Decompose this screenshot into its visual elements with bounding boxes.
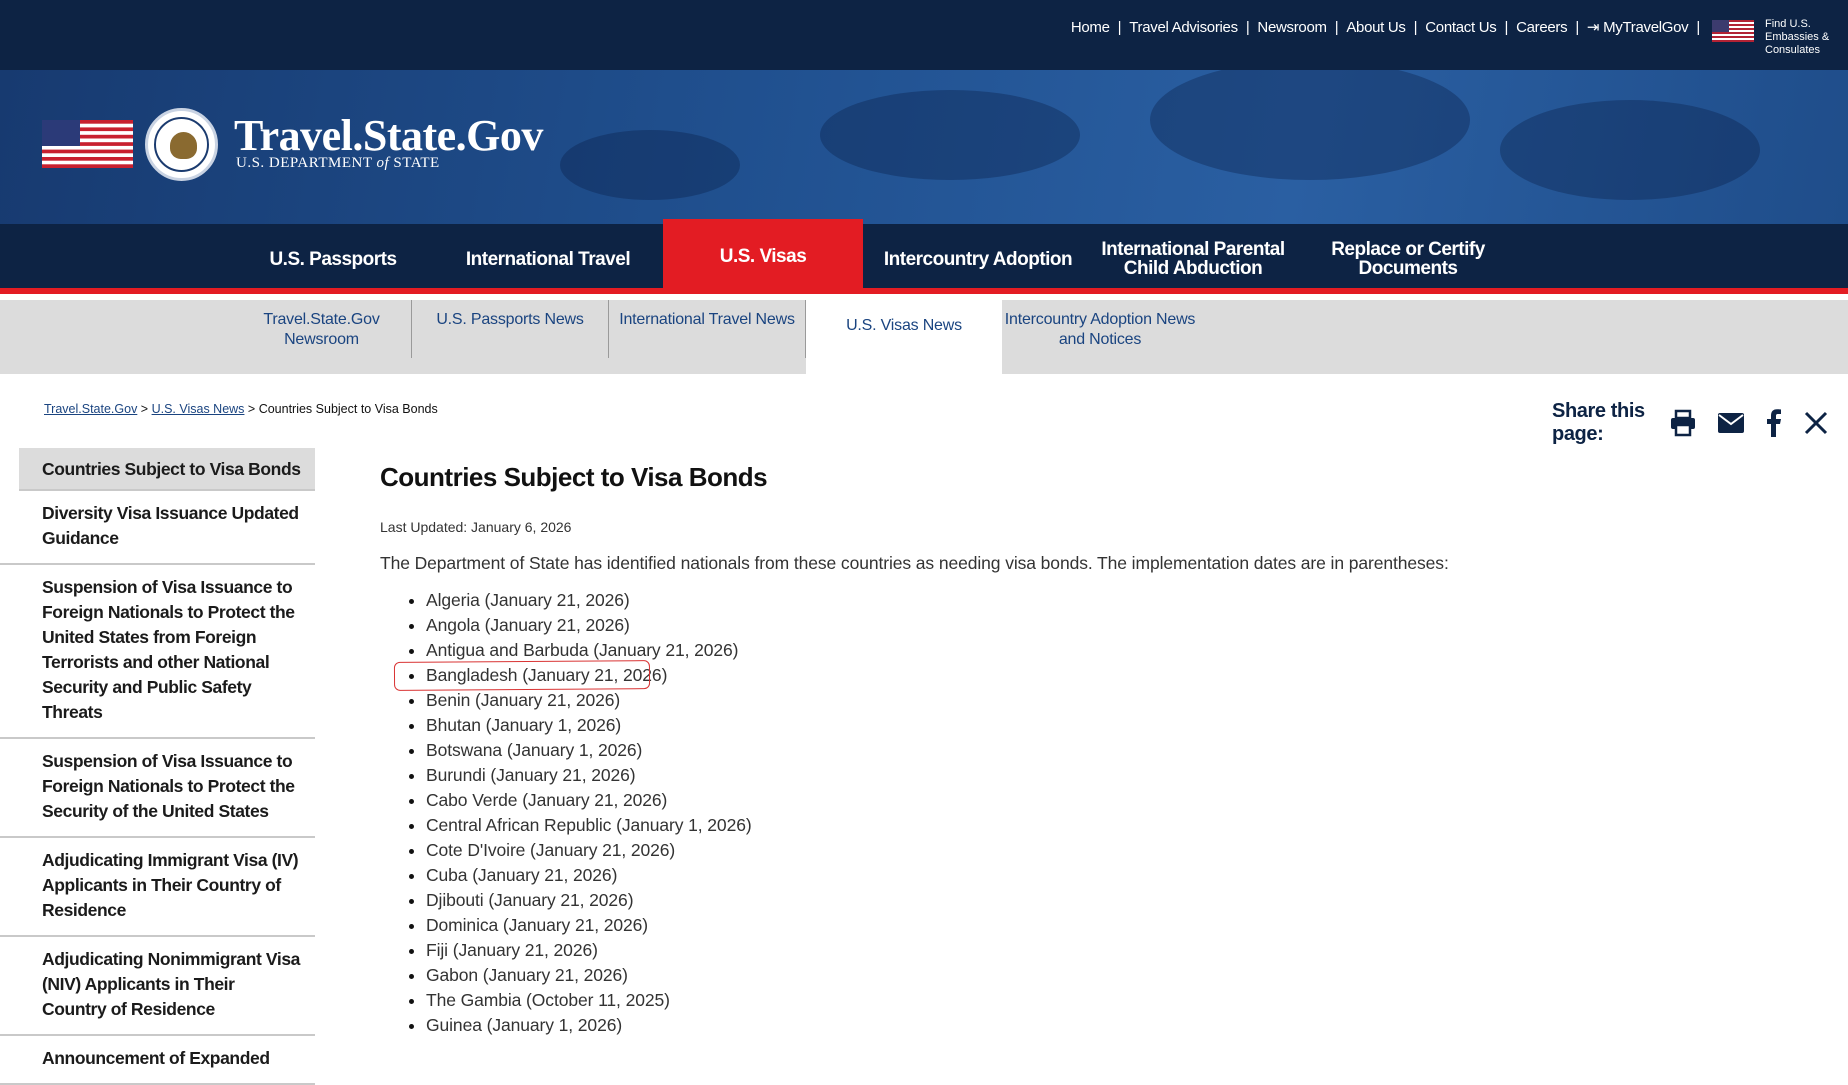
x-icon[interactable] bbox=[1804, 408, 1828, 438]
list-item: The Gambia (October 11, 2025) bbox=[426, 988, 1780, 1013]
breadcrumb-link-home[interactable]: Travel.State.Gov bbox=[44, 402, 137, 416]
separator: | bbox=[1413, 18, 1418, 36]
sidebar-item-visa-bonds[interactable]: Countries Subject to Visa Bonds bbox=[19, 448, 315, 491]
sidebar-item-adjudicating-niv[interactable]: Adjudicating Nonimmigrant Visa (NIV) App… bbox=[0, 937, 315, 1036]
subnav-adoption-news[interactable]: Intercountry Adoption News and Notices bbox=[1002, 300, 1198, 374]
util-link-home[interactable]: Home bbox=[1071, 19, 1110, 36]
seal-ring bbox=[154, 117, 209, 172]
highlighted-country: Bangladesh (January 21, 2026) bbox=[426, 665, 668, 685]
separator: | bbox=[1117, 18, 1122, 36]
sidebar-item-announcement[interactable]: Announcement of Expanded bbox=[0, 1036, 315, 1085]
list-item: Angola (January 21, 2026) bbox=[426, 613, 1780, 638]
facebook-icon[interactable] bbox=[1765, 408, 1784, 438]
breadcrumb-separator: > bbox=[137, 402, 152, 416]
eagle-icon bbox=[170, 132, 197, 159]
list-item: Cabo Verde (January 21, 2026) bbox=[426, 788, 1780, 813]
list-item: Botswana (January 1, 2026) bbox=[426, 738, 1780, 763]
site-subtitle: U.S. DEPARTMENT of STATE bbox=[236, 155, 440, 172]
list-item: Bhutan (January 1, 2026) bbox=[426, 713, 1780, 738]
util-link-mytravelgov[interactable]: ⇥ MyTravelGov bbox=[1586, 18, 1689, 36]
find-embassies-link[interactable]: Find U.S. Embassies & Consulates bbox=[1765, 18, 1848, 57]
subnav-newsroom[interactable]: Travel.State.Gov Newsroom bbox=[232, 300, 412, 358]
list-item: Cuba (January 21, 2026) bbox=[426, 863, 1780, 888]
main-content: Countries Subject to Visa Bonds Last Upd… bbox=[380, 462, 1780, 1038]
list-item-highlighted: Bangladesh (January 21, 2026) bbox=[393, 660, 1780, 691]
sidebar-item-adjudicating-iv[interactable]: Adjudicating Immigrant Visa (IV) Applica… bbox=[0, 838, 315, 937]
util-link-contact-us[interactable]: Contact Us bbox=[1425, 19, 1497, 36]
util-link-careers[interactable]: Careers bbox=[1516, 19, 1568, 36]
list-item: Fiji (January 21, 2026) bbox=[426, 938, 1780, 963]
subtitle-of: of bbox=[376, 155, 390, 171]
site-title[interactable]: Travel.State.Gov bbox=[234, 110, 543, 161]
email-icon[interactable] bbox=[1717, 408, 1745, 438]
separator: | bbox=[1575, 18, 1579, 36]
list-item: Burundi (January 21, 2026) bbox=[426, 763, 1780, 788]
subnav-visas-news[interactable]: U.S. Visas News bbox=[806, 300, 1002, 374]
share-label: Share this page: bbox=[1552, 400, 1645, 445]
sub-navigation: Travel.State.Gov Newsroom U.S. Passports… bbox=[0, 300, 1848, 374]
list-item: Central African Republic (January 1, 202… bbox=[426, 813, 1780, 838]
department-seal-icon[interactable] bbox=[145, 108, 218, 181]
list-item: Gabon (January 21, 2026) bbox=[426, 963, 1780, 988]
map-background bbox=[1150, 70, 1470, 180]
breadcrumb-link-visas-news[interactable]: U.S. Visas News bbox=[152, 402, 245, 416]
last-updated: Last Updated: January 6, 2026 bbox=[380, 519, 572, 535]
list-item: Cote D'Ivoire (January 21, 2026) bbox=[426, 838, 1780, 863]
us-flag-icon bbox=[42, 120, 133, 168]
page-title: Countries Subject to Visa Bonds bbox=[380, 462, 768, 492]
util-link-newsroom[interactable]: Newsroom bbox=[1257, 19, 1327, 36]
nav-child-abduction[interactable]: International Parental Child Abduction bbox=[1098, 224, 1288, 294]
utility-bar: Home | Travel Advisories | Newsroom | About… bbox=[0, 0, 1848, 70]
breadcrumb: Travel.State.Gov > U.S. Visas News > Cou… bbox=[44, 402, 438, 416]
main-navigation: U.S. Passports International Travel U.S.… bbox=[0, 219, 1848, 294]
util-link-about-us[interactable]: About Us bbox=[1346, 19, 1406, 36]
breadcrumb-separator: > bbox=[244, 402, 259, 416]
country-list: Algeria (January 21, 2026) Angola (Janua… bbox=[380, 588, 1780, 1038]
list-item: Antigua and Barbuda (January 21, 2026) bbox=[426, 638, 1780, 663]
circled-entry: Bangladesh (January 21, 2026) bbox=[393, 660, 668, 691]
nav-international-travel[interactable]: International Travel bbox=[448, 224, 648, 294]
separator: | bbox=[1245, 18, 1250, 36]
nav-replace-documents[interactable]: Replace or Certify Documents bbox=[1318, 224, 1498, 294]
subnav-international-travel-news[interactable]: International Travel News bbox=[609, 300, 806, 358]
map-background bbox=[1500, 100, 1760, 200]
separator: | bbox=[1696, 18, 1700, 36]
nav-us-passports[interactable]: U.S. Passports bbox=[243, 224, 423, 294]
separator: | bbox=[1334, 18, 1339, 36]
separator: | bbox=[1504, 18, 1509, 36]
sidebar-item-diversity-visa[interactable]: Diversity Visa Issuance Updated Guidance bbox=[0, 491, 315, 565]
util-link-travel-advisories[interactable]: Travel Advisories bbox=[1129, 19, 1238, 36]
site-banner: Travel.State.Gov U.S. DEPARTMENT of STAT… bbox=[0, 70, 1848, 224]
list-item: Algeria (January 21, 2026) bbox=[426, 588, 1780, 613]
subtitle-pre: U.S. DEPARTMENT bbox=[236, 155, 377, 171]
breadcrumb-current: Countries Subject to Visa Bonds bbox=[258, 402, 438, 416]
share-bar: Share this page: bbox=[1552, 400, 1848, 446]
subnav-passports-news[interactable]: U.S. Passports News bbox=[412, 300, 609, 358]
map-background bbox=[560, 130, 740, 200]
sign-in-icon: ⇥ bbox=[1586, 19, 1604, 36]
list-item: Dominica (January 21, 2026) bbox=[426, 913, 1780, 938]
list-item: Djibouti (January 21, 2026) bbox=[426, 888, 1780, 913]
mytravelgov-label: MyTravelGov bbox=[1603, 19, 1689, 36]
nav-intercountry-adoption[interactable]: Intercountry Adoption bbox=[878, 224, 1078, 294]
nav-us-visas[interactable]: U.S. Visas bbox=[663, 219, 863, 294]
subtitle-post: STATE bbox=[389, 155, 440, 171]
list-item: Benin (January 21, 2026) bbox=[426, 688, 1780, 713]
map-background bbox=[820, 90, 1080, 180]
small-us-flag-icon[interactable] bbox=[1712, 20, 1754, 42]
print-icon[interactable] bbox=[1669, 408, 1697, 438]
intro-text: The Department of State has identified n… bbox=[380, 553, 1449, 573]
sidebar-item-suspension-terrorists[interactable]: Suspension of Visa Issuance to Foreign N… bbox=[0, 565, 315, 739]
utility-links: Home | Travel Advisories | Newsroom | About… bbox=[1071, 18, 1708, 37]
list-item: Guinea (January 1, 2026) bbox=[426, 1013, 1780, 1038]
sidebar-item-suspension-security[interactable]: Suspension of Visa Issuance to Foreign N… bbox=[0, 739, 315, 838]
sidebar-nav: Countries Subject to Visa Bonds Diversit… bbox=[0, 448, 315, 1085]
